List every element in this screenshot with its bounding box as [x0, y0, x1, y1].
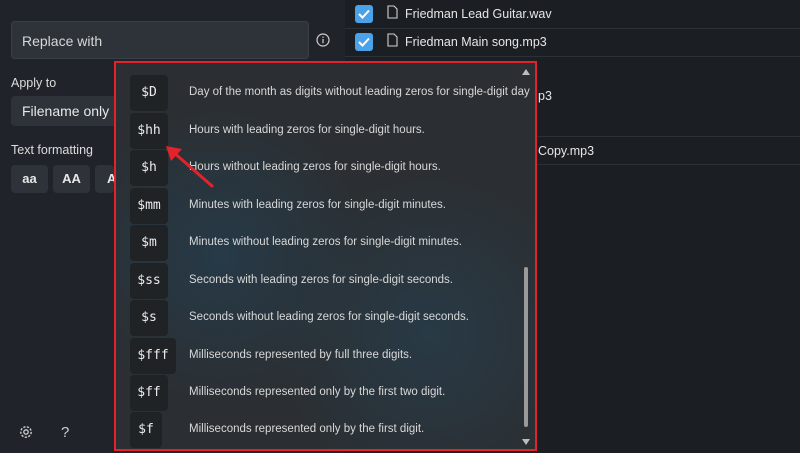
token-description: Milliseconds represented only by the fir… — [189, 386, 446, 398]
token-description: Day of the month as digits without leadi… — [189, 86, 530, 98]
checkbox-checked-icon[interactable] — [355, 5, 373, 23]
file-name: Friedman Main song.mp3 — [405, 35, 547, 49]
titlecase-button[interactable]: A — [95, 165, 116, 193]
document-icon — [387, 5, 398, 19]
row-divider — [345, 56, 800, 57]
token-description: Hours with leading zeros for single-digi… — [189, 124, 425, 136]
chevron-up-icon[interactable] — [522, 69, 530, 75]
file-name-fragment: Copy.mp3 — [538, 144, 595, 158]
token-chip[interactable]: $ff — [130, 375, 168, 411]
document-icon — [387, 33, 398, 47]
token-chip[interactable]: $s — [130, 300, 168, 336]
checkbox-checked-icon[interactable] — [355, 33, 373, 51]
token-row[interactable]: $f Milliseconds represented only by the … — [116, 412, 511, 448]
token-description: Milliseconds represented only by the fir… — [189, 423, 425, 435]
help-icon[interactable]: ? — [61, 424, 69, 441]
token-description: Minutes with leading zeros for single-di… — [189, 199, 446, 211]
file-name-fragment: p3 — [538, 89, 552, 103]
chevron-down-icon[interactable] — [522, 439, 530, 445]
date-format-token-popup: $D Day of the month as digits without le… — [114, 61, 537, 451]
token-row[interactable]: $D Day of the month as digits without le… — [116, 75, 530, 111]
apply-to-select[interactable]: Filename only — [11, 96, 131, 126]
replace-input[interactable]: Replace with — [11, 21, 309, 59]
token-chip[interactable]: $m — [130, 225, 168, 261]
token-row[interactable]: $m Minutes without leading zeros for sin… — [116, 225, 511, 261]
apply-to-label: Apply to — [11, 76, 57, 90]
uppercase-button[interactable]: AA — [53, 165, 90, 193]
lowercase-button[interactable]: aa — [11, 165, 48, 193]
file-row[interactable]: Friedman Main song.mp3 — [345, 29, 800, 56]
gear-icon[interactable] — [18, 424, 34, 440]
token-chip[interactable]: $fff — [130, 338, 176, 374]
token-description: Minutes without leading zeros for single… — [189, 236, 462, 248]
token-row[interactable]: $mm Minutes with leading zeros for singl… — [116, 188, 511, 224]
token-row[interactable]: $fff Milliseconds represented by full th… — [116, 338, 511, 374]
token-row[interactable]: $s Seconds without leading zeros for sin… — [116, 300, 511, 336]
token-description: Hours without leading zeros for single-d… — [189, 161, 441, 173]
text-formatting-label: Text formatting — [11, 143, 93, 157]
token-description: Milliseconds represented by full three d… — [189, 349, 413, 361]
token-chip[interactable]: $mm — [130, 188, 168, 224]
token-chip[interactable]: $ss — [130, 263, 168, 299]
token-row[interactable]: $ff Milliseconds represented only by the… — [116, 375, 511, 411]
file-name: Friedman Lead Guitar.wav — [405, 7, 552, 21]
token-chip[interactable]: $D — [130, 75, 168, 111]
file-row[interactable]: Friedman Lead Guitar.wav — [345, 1, 800, 28]
scrollbar[interactable] — [521, 67, 531, 449]
token-description: Seconds with leading zeros for single-di… — [189, 274, 454, 286]
token-row[interactable]: $ss Seconds with leading zeros for singl… — [116, 263, 511, 299]
token-chip[interactable]: $f — [130, 412, 162, 448]
token-description: Seconds without leading zeros for single… — [189, 311, 469, 323]
annotation-arrow-icon — [166, 146, 214, 188]
scrollbar-thumb[interactable] — [524, 267, 528, 427]
info-icon[interactable] — [316, 33, 330, 47]
